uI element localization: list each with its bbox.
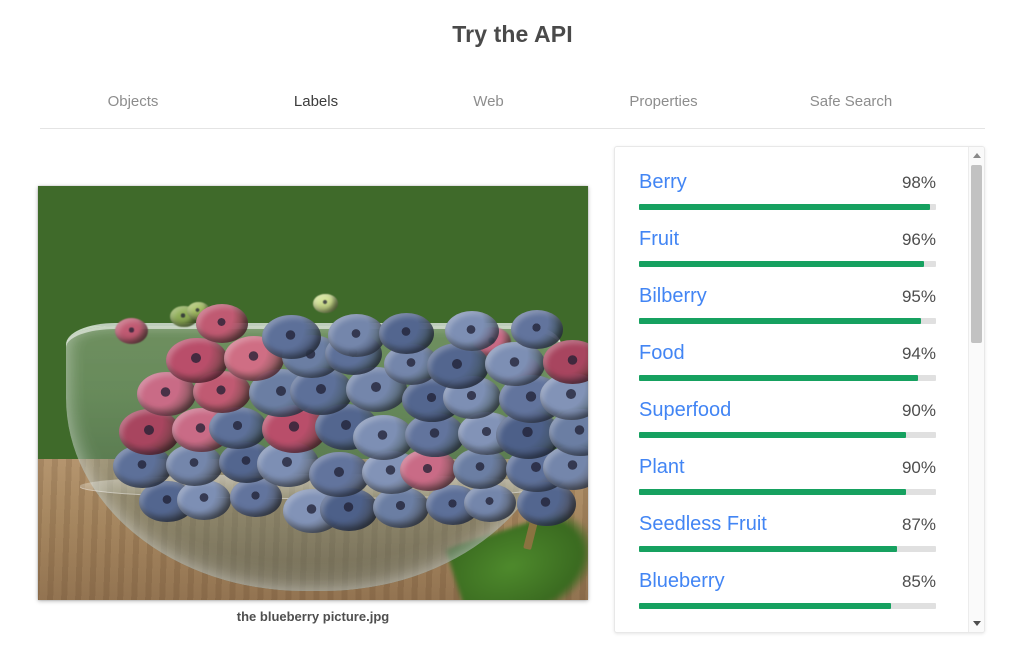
- berry: [327, 314, 386, 357]
- tab-properties-label: Properties: [629, 93, 698, 110]
- tab-labels-label: Labels: [293, 93, 339, 110]
- label-result-row: Blueberry 85%: [615, 568, 960, 625]
- label-result-head: Bilberry 95%: [639, 283, 936, 313]
- label-result-row: Fruit 96%: [615, 226, 960, 283]
- confidence-bar-fill: [639, 603, 892, 609]
- label-result-row: Seedless Fruit 87%: [615, 511, 960, 568]
- tab-safe-search-label: Safe Search: [809, 93, 893, 110]
- confidence-bar-fill: [639, 318, 922, 324]
- label-result-row: [615, 625, 960, 632]
- berry: [195, 304, 249, 344]
- label-score: 90%: [901, 458, 936, 477]
- berry: [118, 409, 181, 455]
- confidence-bar-track: [639, 489, 936, 495]
- confidence-bar-track: [639, 432, 936, 438]
- label-name[interactable]: Superfood: [639, 397, 731, 423]
- tab-labels[interactable]: Labels: [226, 80, 406, 127]
- image-caption: the blueberry picture.jpg: [236, 609, 390, 624]
- tab-properties[interactable]: Properties: [571, 80, 756, 127]
- berry: [313, 293, 338, 313]
- tab-objects[interactable]: Objects: [40, 80, 226, 127]
- tab-safe-search[interactable]: Safe Search: [756, 80, 946, 127]
- label-score: 98%: [901, 173, 936, 192]
- berry: [309, 452, 370, 497]
- berry: [543, 340, 588, 384]
- label-score: 94%: [901, 344, 936, 363]
- confidence-bar-fill: [639, 432, 907, 438]
- triangle-down-icon[interactable]: [969, 616, 984, 631]
- confidence-bar-track: [639, 204, 936, 210]
- confidence-bar-track: [639, 261, 936, 267]
- tab-objects-label: Objects: [107, 93, 159, 110]
- label-result-head: Food 94%: [639, 340, 936, 370]
- label-result-head: Berry 98%: [639, 169, 936, 199]
- confidence-bar-fill: [639, 261, 925, 267]
- label-result-head: Seedless Fruit 87%: [639, 511, 936, 541]
- label-name[interactable]: Berry: [639, 169, 687, 195]
- label-score: 95%: [901, 287, 936, 306]
- berry-pile: [38, 186, 588, 600]
- confidence-bar-track: [639, 603, 936, 609]
- label-score: 90%: [901, 401, 936, 420]
- label-name[interactable]: Blueberry: [639, 568, 725, 594]
- label-score: 85%: [901, 572, 936, 591]
- tab-web-label: Web: [473, 93, 504, 110]
- results-scrollbar[interactable]: [968, 147, 984, 632]
- label-result-head: Blueberry 85%: [639, 568, 936, 598]
- berry: [115, 318, 148, 345]
- confidence-bar-track: [639, 546, 936, 552]
- berry: [165, 337, 228, 384]
- berry: [463, 483, 516, 523]
- label-name[interactable]: Food: [639, 340, 685, 366]
- label-result-head: Plant 90%: [639, 454, 936, 484]
- labels-results-panel: Berry 98% Fruit 96% Bilberry 95% Food 94% Superf…: [614, 146, 985, 633]
- label-name[interactable]: Bilberry: [639, 283, 707, 309]
- confidence-bar-fill: [639, 489, 907, 495]
- label-name[interactable]: Plant: [639, 454, 685, 480]
- confidence-bar-fill: [639, 375, 919, 381]
- berry: [378, 312, 435, 354]
- berry: [510, 309, 563, 349]
- label-result-row: Food 94%: [615, 340, 960, 397]
- label-result-row: Berry 98%: [615, 169, 960, 226]
- uploaded-image[interactable]: [38, 186, 588, 600]
- label-result-row: Bilberry 95%: [615, 283, 960, 340]
- scrollbar-thumb[interactable]: [971, 165, 982, 343]
- confidence-bar-track: [639, 318, 936, 324]
- image-column: the blueberry picture.jpg: [38, 186, 588, 626]
- triangle-up-icon[interactable]: [969, 148, 984, 163]
- label-result-head: Fruit 96%: [639, 226, 936, 256]
- labels-list: Berry 98% Fruit 96% Bilberry 95% Food 94% Superf…: [615, 147, 960, 632]
- label-result-row: Plant 90%: [615, 454, 960, 511]
- berry: [261, 315, 322, 360]
- confidence-bar-fill: [639, 204, 931, 210]
- page-title: Try the API: [452, 21, 573, 47]
- label-result-head: [639, 625, 936, 632]
- berry: [444, 311, 499, 352]
- label-name[interactable]: Seedless Fruit: [639, 511, 767, 537]
- confidence-bar-fill: [639, 546, 898, 552]
- label-name[interactable]: Fruit: [639, 226, 679, 252]
- label-result-row: Superfood 90%: [615, 397, 960, 454]
- tab-web[interactable]: Web: [406, 80, 571, 127]
- berry: [177, 479, 232, 520]
- label-score: 96%: [901, 230, 936, 249]
- confidence-bar-track: [639, 375, 936, 381]
- label-result-head: Superfood 90%: [639, 397, 936, 427]
- tab-bar: Objects Labels Web Properties Safe Searc…: [40, 80, 985, 129]
- label-score: 87%: [901, 515, 936, 534]
